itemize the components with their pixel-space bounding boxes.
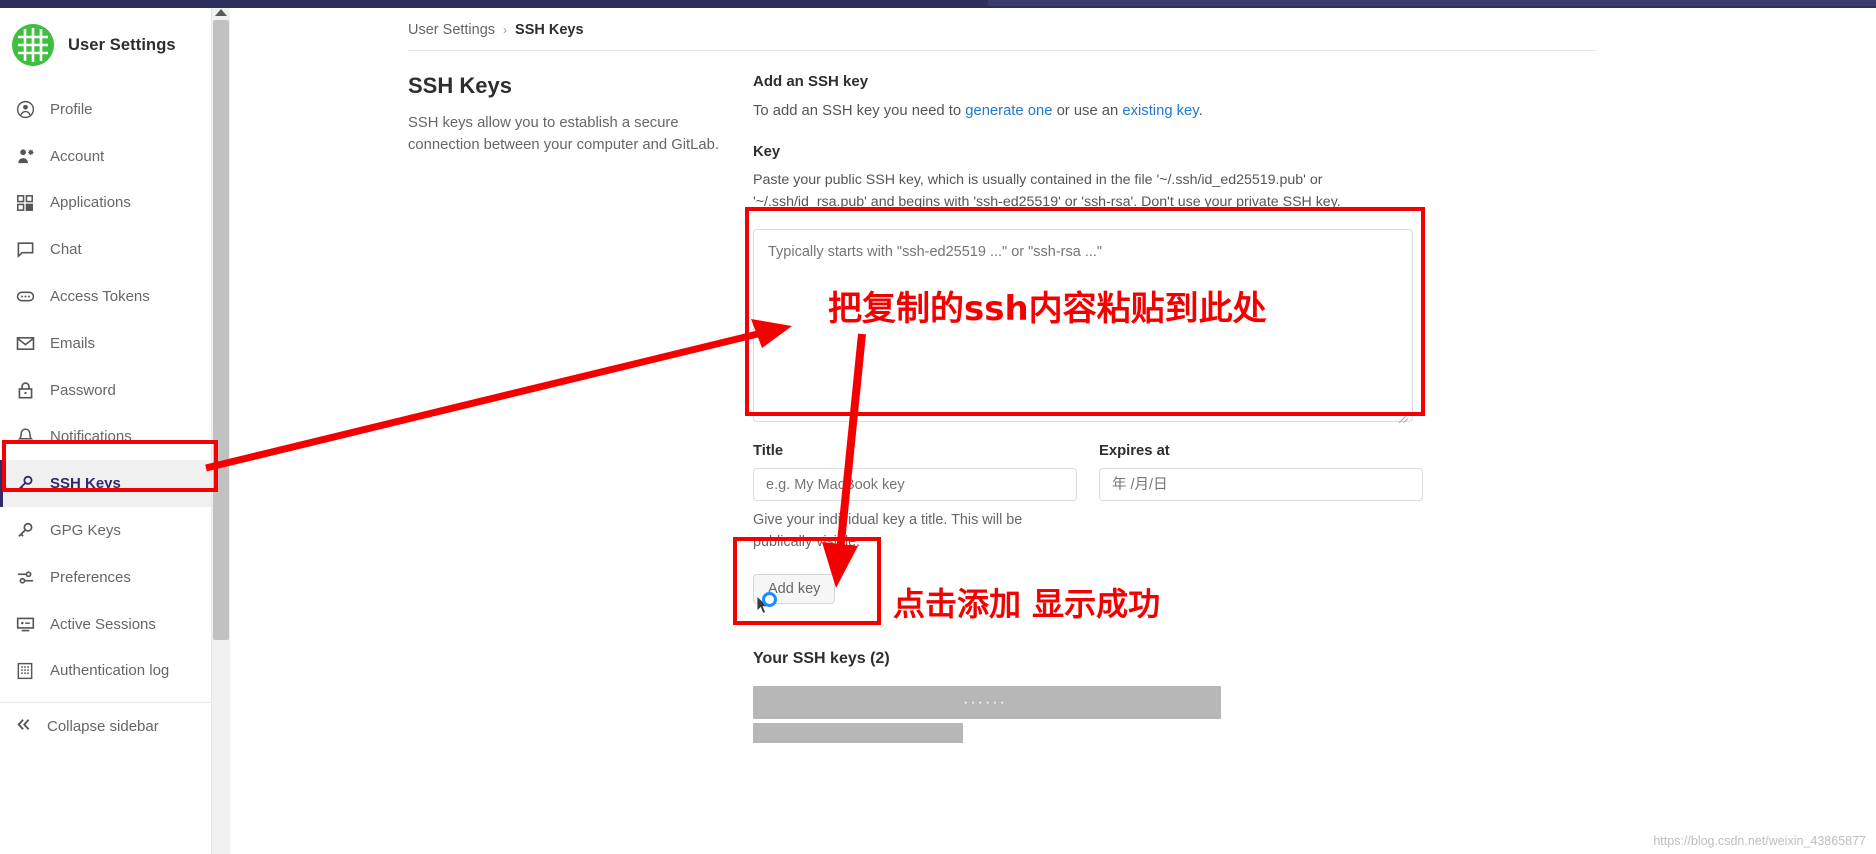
key-field-label: Key bbox=[753, 144, 781, 161]
app-root: User Settings Profile Account Applicatio… bbox=[0, 0, 1876, 854]
sidebar-brand: User Settings bbox=[0, 8, 211, 84]
sliders-icon bbox=[14, 566, 36, 588]
sidebar-nav: Profile Account Applications Chat Access… bbox=[0, 84, 211, 749]
key-icon bbox=[14, 473, 36, 495]
token-pill-icon bbox=[14, 286, 36, 308]
bell-icon bbox=[14, 426, 36, 448]
form-column: Add an SSH key To add an SSH key you nee… bbox=[753, 73, 1433, 743]
window-top-bar-right bbox=[988, 0, 1876, 6]
main-content: User Settings › SSH Keys SSH Keys SSH ke… bbox=[230, 8, 1876, 854]
sidebar-item-label: Access Tokens bbox=[50, 288, 150, 306]
sidebar-item-notifications[interactable]: Notifications bbox=[0, 414, 211, 461]
sidebar-item-ssh-keys[interactable]: SSH Keys bbox=[0, 460, 211, 508]
sidebar-collapse-button[interactable]: Collapse sidebar bbox=[0, 703, 211, 749]
sidebar-item-label: Emails bbox=[50, 334, 96, 352]
sidebar-item-label: Applications bbox=[50, 194, 131, 212]
key-field-hint: Paste your public SSH key, which is usua… bbox=[753, 172, 1341, 210]
description-column: SSH Keys SSH keys allow you to establish… bbox=[408, 73, 753, 743]
add-key-button[interactable]: Add key bbox=[753, 573, 836, 604]
apps-grid-icon bbox=[14, 192, 36, 214]
key-icon bbox=[14, 520, 36, 542]
log-list-icon bbox=[14, 660, 36, 682]
chat-bubble-icon bbox=[14, 239, 36, 261]
add-ssh-key-heading: Add an SSH key bbox=[753, 73, 869, 90]
sidebar-item-label: Active Sessions bbox=[50, 615, 156, 633]
sidebar-item-profile[interactable]: Profile bbox=[0, 86, 211, 133]
sidebar-item-label: Password bbox=[50, 381, 116, 399]
textarea-resize-grip-icon[interactable] bbox=[1398, 413, 1409, 424]
gitlab-tanuki-logo-icon bbox=[12, 24, 54, 66]
breadcrumb-user-settings[interactable]: User Settings bbox=[408, 22, 495, 38]
sidebar-item-preferences[interactable]: Preferences bbox=[0, 554, 211, 601]
add-ssh-key-intro: To add an SSH key you need to generate o… bbox=[753, 101, 1433, 122]
content-columns: SSH Keys SSH keys allow you to establish… bbox=[230, 51, 1876, 743]
sidebar-item-label: SSH Keys bbox=[50, 475, 121, 493]
your-ssh-keys-heading: Your SSH keys (2) bbox=[753, 649, 890, 667]
expires-field-group: Expires at bbox=[1099, 443, 1423, 554]
sidebar-item-label: Account bbox=[50, 147, 105, 165]
sidebar-brand-title: User Settings bbox=[68, 35, 176, 54]
sidebar-item-label: Preferences bbox=[50, 568, 131, 586]
sidebar-item-emails[interactable]: Emails bbox=[0, 320, 211, 367]
watermark: https://blog.csdn.net/weixin_43865877 bbox=[1653, 834, 1866, 848]
intro-suffix-text: . bbox=[1198, 103, 1203, 119]
sidebar-item-chat[interactable]: Chat bbox=[0, 226, 211, 273]
sidebar-item-applications[interactable]: Applications bbox=[0, 180, 211, 227]
ssh-key-textarea[interactable] bbox=[753, 229, 1413, 423]
redacted-key-row: ······ bbox=[753, 685, 1221, 719]
sidebar-item-label: GPG Keys bbox=[50, 522, 121, 540]
breadcrumb: User Settings › SSH Keys bbox=[230, 8, 1876, 38]
sidebar-item-label: Authentication log bbox=[50, 662, 170, 680]
title-field-label: Title bbox=[753, 443, 784, 460]
title-and-expiry-row: Title Give your individual key a title. … bbox=[753, 443, 1433, 554]
sidebar-item-gpg-keys[interactable]: GPG Keys bbox=[0, 507, 211, 554]
sidebar-item-label: Chat bbox=[50, 241, 82, 259]
sidebar-scrollbar-thumb[interactable] bbox=[213, 20, 229, 640]
title-field-help: Give your individual key a title. This w… bbox=[753, 512, 1023, 550]
sidebar-item-label: Notifications bbox=[50, 428, 132, 446]
page-title: SSH Keys bbox=[408, 73, 512, 98]
sidebar-item-access-tokens[interactable]: Access Tokens bbox=[0, 273, 211, 320]
redacted-key-row-secondary bbox=[753, 722, 963, 743]
sidebar-item-password[interactable]: Password bbox=[0, 367, 211, 414]
page-description: SSH keys allow you to establish a secure… bbox=[408, 115, 719, 153]
sidebar-collapse-label: Collapse sidebar bbox=[47, 717, 159, 735]
chevron-double-left-icon bbox=[14, 715, 33, 738]
user-gear-icon bbox=[14, 145, 36, 167]
sidebar-item-account[interactable]: Account bbox=[0, 133, 211, 180]
breadcrumb-ssh-keys: SSH Keys bbox=[515, 22, 584, 38]
sidebar-item-active-sessions[interactable]: Active Sessions bbox=[0, 601, 211, 648]
title-input[interactable] bbox=[753, 468, 1077, 502]
user-circle-icon bbox=[14, 98, 36, 120]
existing-key-link[interactable]: existing key bbox=[1122, 103, 1198, 119]
intro-prefix-text: To add an SSH key you need to bbox=[753, 103, 966, 119]
intro-middle-text: or use an bbox=[1052, 103, 1123, 119]
sidebar: User Settings Profile Account Applicatio… bbox=[0, 8, 212, 854]
lock-icon bbox=[14, 379, 36, 401]
generate-one-link[interactable]: generate one bbox=[965, 103, 1052, 119]
sidebar-item-label: Profile bbox=[50, 100, 93, 118]
redacted-key-dots: ······ bbox=[963, 693, 1007, 711]
scroll-up-arrow-icon[interactable] bbox=[215, 9, 227, 16]
sidebar-item-authentication-log[interactable]: Authentication log bbox=[0, 648, 211, 695]
monitor-icon bbox=[14, 613, 36, 635]
expires-field-label: Expires at bbox=[1099, 443, 1170, 460]
expires-date-input[interactable] bbox=[1099, 468, 1423, 502]
envelope-icon bbox=[14, 332, 36, 354]
title-field-group: Title Give your individual key a title. … bbox=[753, 443, 1077, 554]
chevron-right-icon: › bbox=[503, 23, 508, 37]
